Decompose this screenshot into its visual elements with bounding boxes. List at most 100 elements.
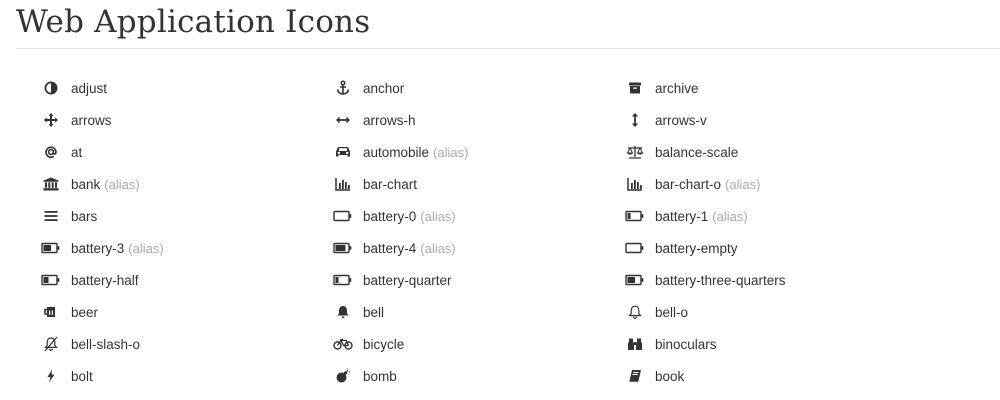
at-icon [40, 143, 62, 161]
icon-name-label: balance-scale [655, 144, 739, 160]
bolt-icon [40, 367, 62, 385]
battery-0-icon [332, 207, 354, 225]
icon-name-label: at [71, 144, 83, 160]
battery-4-icon [332, 239, 354, 257]
icon-item-anchor[interactable]: anchor [332, 72, 404, 104]
alias-tag: (alias) [128, 240, 164, 256]
icon-name-label: bolt [71, 368, 93, 384]
icon-item-beer[interactable]: beer [40, 296, 98, 328]
icon-item-binoculars[interactable]: binoculars [624, 328, 717, 360]
balance-scale-icon [624, 143, 646, 161]
icon-name-label: battery-quarter [363, 272, 452, 288]
icon-name-label: archive [655, 80, 699, 96]
bell-o-icon [624, 303, 646, 321]
icon-item-adjust[interactable]: adjust [40, 72, 107, 104]
icon-row: bars battery-0 (alias) battery-1 (alias) [0, 200, 1000, 232]
icon-name-label: battery-0 [363, 208, 417, 224]
icon-name-label: bar-chart [363, 176, 418, 192]
icon-item-bolt[interactable]: bolt [40, 360, 93, 392]
arrows-v-icon [624, 111, 646, 129]
icon-name-label: bicycle [363, 336, 405, 352]
icon-name-label: automobile [363, 144, 430, 160]
battery-empty-icon [624, 239, 646, 257]
icon-name-label: book [655, 368, 685, 384]
icon-item-battery-1[interactable]: battery-1 (alias) [624, 200, 748, 232]
alias-tag: (alias) [420, 208, 456, 224]
icon-row: arrows arrows-h arrows-v [0, 104, 1000, 136]
icon-name-label: arrows-v [655, 112, 707, 128]
page-title: Web Application Icons [16, 4, 371, 40]
battery-three-quarters-icon [624, 271, 646, 289]
icon-item-balance-scale[interactable]: balance-scale [624, 136, 738, 168]
battery-1-icon [624, 207, 646, 225]
bicycle-icon [332, 335, 354, 353]
icon-name-label: bars [71, 208, 98, 224]
icon-item-at[interactable]: at [40, 136, 82, 168]
icon-item-arrows[interactable]: arrows [40, 104, 112, 136]
icon-row: beer bell bell-o [0, 296, 1000, 328]
icon-item-arrows-v[interactable]: arrows-v [624, 104, 707, 136]
icon-row: battery-half battery-quarter battery-three… [0, 264, 1000, 296]
alias-tag: (alias) [104, 176, 140, 192]
icon-item-bank[interactable]: bank (alias) [40, 168, 140, 200]
icon-name-label: anchor [363, 80, 405, 96]
icon-name-label: arrows [71, 112, 112, 128]
icon-row: adjust anchor archive [0, 72, 1000, 104]
icon-row: at automobile (alias) balance-scale [0, 136, 1000, 168]
adjust-icon [40, 79, 62, 97]
battery-3-icon [40, 239, 62, 257]
binoculars-icon [624, 335, 646, 353]
arrows-icon [40, 111, 62, 129]
beer-icon [40, 303, 62, 321]
icon-name-label: battery-empty [655, 240, 738, 256]
bar-chart-icon [332, 175, 354, 193]
icon-name-label: battery-3 [71, 240, 125, 256]
icon-name-label: bell-o [655, 304, 689, 320]
icon-name-label: battery-half [71, 272, 139, 288]
icon-item-battery-0[interactable]: battery-0 (alias) [332, 200, 456, 232]
icon-name-label: bank [71, 176, 101, 192]
icon-name-label: bell-slash-o [71, 336, 141, 352]
arrows-h-icon [332, 111, 354, 129]
icon-item-battery-4[interactable]: battery-4 (alias) [332, 232, 456, 264]
icon-item-bell[interactable]: bell [332, 296, 384, 328]
icon-row: bolt bomb book [0, 360, 1000, 392]
icon-name-label: battery-4 [363, 240, 417, 256]
automobile-icon [332, 143, 354, 161]
icon-item-bar-chart[interactable]: bar-chart [332, 168, 417, 200]
icon-item-battery-three-quarters[interactable]: battery-three-quarters [624, 264, 786, 296]
icon-name-label: binoculars [655, 336, 717, 352]
icon-item-bars[interactable]: bars [40, 200, 97, 232]
bell-slash-o-icon [40, 335, 62, 353]
icon-item-bell-o[interactable]: bell-o [624, 296, 688, 328]
icon-item-bicycle[interactable]: bicycle [332, 328, 404, 360]
icon-item-book[interactable]: book [624, 360, 684, 392]
icon-name-label: battery-1 [655, 208, 709, 224]
icon-item-battery-quarter[interactable]: battery-quarter [332, 264, 452, 296]
alias-tag: (alias) [433, 144, 469, 160]
icon-item-battery-3[interactable]: battery-3 (alias) [40, 232, 164, 264]
archive-icon [624, 79, 646, 97]
icon-item-bomb[interactable]: bomb [332, 360, 397, 392]
icon-item-automobile[interactable]: automobile (alias) [332, 136, 468, 168]
icon-name-label: adjust [71, 80, 108, 96]
book-icon [624, 367, 646, 385]
icon-name-label: arrows-h [363, 112, 416, 128]
bell-icon [332, 303, 354, 321]
icon-item-bell-slash-o[interactable]: bell-slash-o [40, 328, 140, 360]
icon-item-battery-half[interactable]: battery-half [40, 264, 139, 296]
icon-item-arrows-h[interactable]: arrows-h [332, 104, 416, 136]
icon-name-label: beer [71, 304, 99, 320]
icon-grid: adjust anchor archive arrows arrows-h arrows-… [0, 72, 1000, 392]
title-divider [16, 48, 1000, 49]
icon-row: battery-3 (alias) battery-4 (alias) battery-… [0, 232, 1000, 264]
icon-item-bar-chart-o[interactable]: bar-chart-o (alias) [624, 168, 760, 200]
icon-item-archive[interactable]: archive [624, 72, 699, 104]
icon-name-label: battery-three-quarters [655, 272, 786, 288]
icon-row: bank (alias) bar-chart bar-chart-o (alias) [0, 168, 1000, 200]
bar-chart-o-icon [624, 175, 646, 193]
icon-item-battery-empty[interactable]: battery-empty [624, 232, 738, 264]
icon-name-label: bar-chart-o [655, 176, 722, 192]
icon-row: bell-slash-o bicycle binoculars [0, 328, 1000, 360]
bars-icon [40, 207, 62, 225]
